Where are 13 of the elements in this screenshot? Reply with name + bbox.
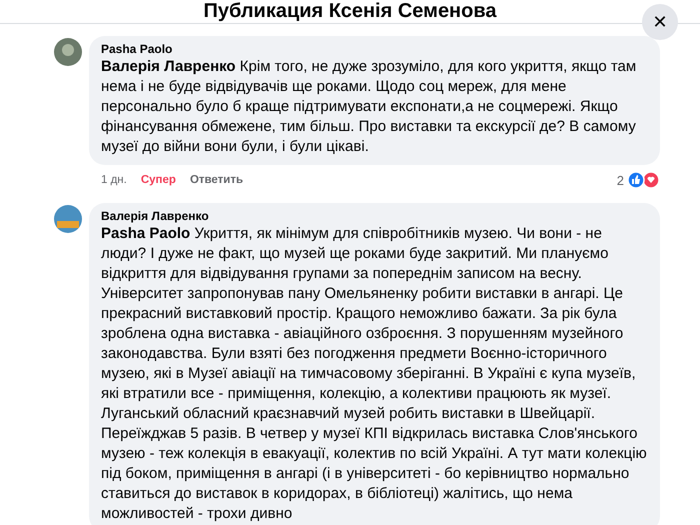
avatar-icon (54, 205, 82, 233)
comment-author[interactable]: Pasha Paolo (101, 42, 648, 56)
comment-author[interactable]: Валерія Лавренко (101, 209, 648, 223)
comment-text: Pasha Paolo Укриття, як мінімум для співробітників музею. Чи вони - не люди? І дуже не факт, що музей ще роками буде закритий. Ми плануємо відкриття для відвідування групами за попереднім записом на весну. Університет запропонував пану Омельяненку робити виставки в ангарі. Це прекрасний виставковий простір. Кращого неможливо бажати. За рік була зроблена одна виставка - авіаційного озброєння. З порушенням музейного законодавства. Були взяті без погодження предмети Воєнно-історичного музею, які в Музеї авіації на тимчасовому зберіганні. В Україні є купа музеїв, які втратили все - приміщення, колекцію, а колективи працюють як музеї. Луганський обласний краєзнавчий музей робить виставки в Швейцарії. Переїжджав 5 разів. В четвер у музеї КПІ відкрилась виставка Слов'янського музею - теж колекція в евакуації, колектив по всій Україні. А тут мати колекцію під боком, приміщення в ангарі (і в університеті - бо керівництво нормально ставиться до виставок в коридорах, в бібліотеці) жалітись, що нема можливостей - трохи дивно (101, 224, 648, 524)
reply-button[interactable]: Ответить (190, 174, 244, 186)
comment-text: Валерія Лавренко Крім того, не дуже зрозуміло, для кого укриття, якщо там нема і не буде відвідувачів ще роками. Щодо соц мереж, для мене персонально було б краще підтримувати експонати,а не соцмережі. Якщо фінансування обмежене, тим більш. Про виставки та екскурсії де? В самому музеї до війни вони були, і були цікаві. (101, 57, 638, 157)
dialog-title: Публикация Ксенія Семенова (203, 0, 497, 23)
close-button[interactable]: ✕ (642, 4, 678, 40)
reaction-count: 2 (616, 172, 624, 188)
avatar-icon (54, 38, 82, 66)
reaction-button[interactable]: Супер (140, 174, 176, 186)
comment-time[interactable]: 1 дн. (101, 174, 127, 186)
reaction-icons (626, 171, 660, 189)
